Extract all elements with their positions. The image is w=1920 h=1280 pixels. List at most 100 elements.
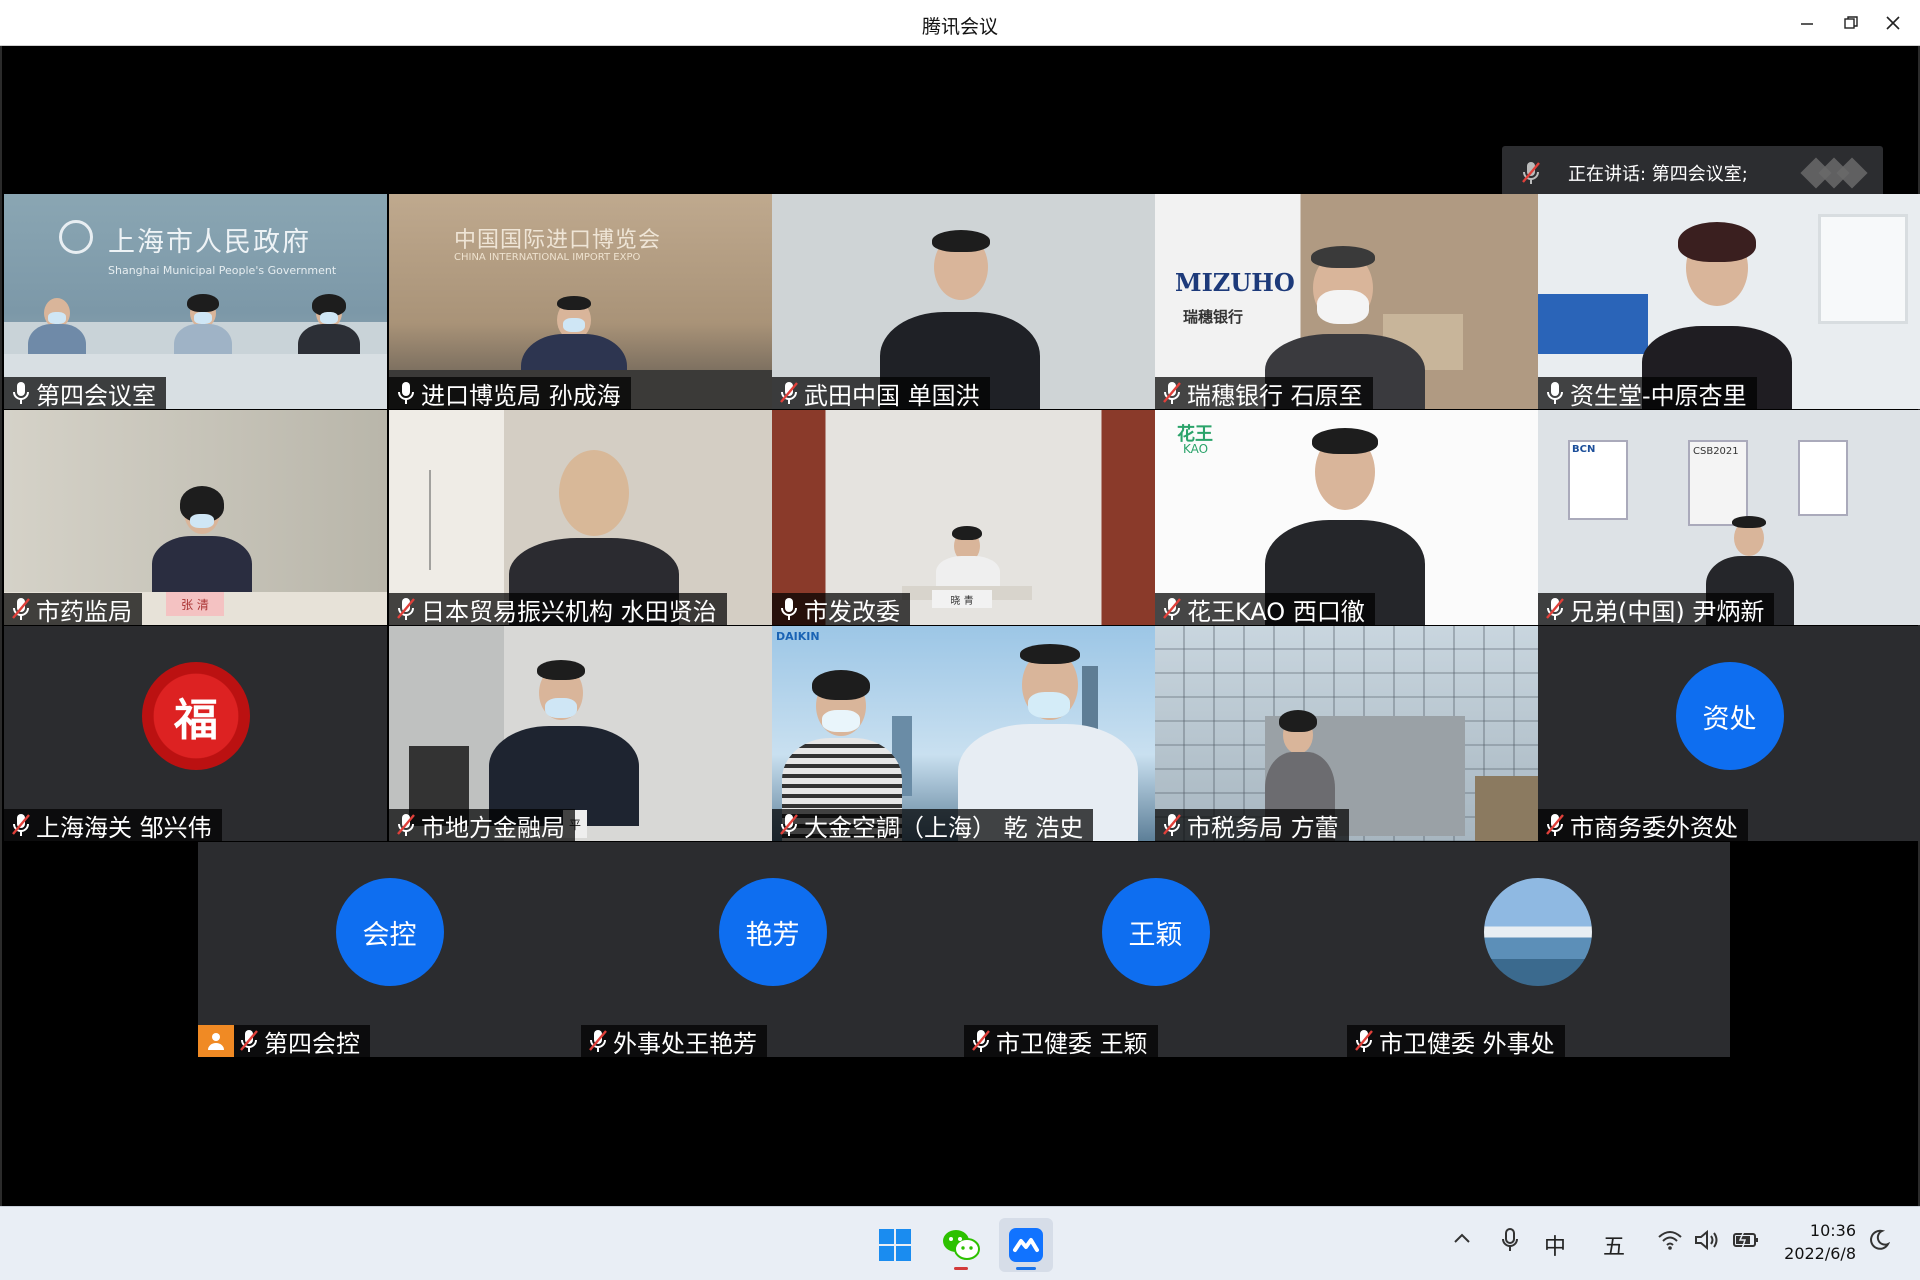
video-tile[interactable]: 王颖 市卫健委 王颖 [964, 842, 1347, 1057]
participant-name: 市卫健委 外事处 [1379, 1029, 1555, 1058]
volume-button[interactable] [1694, 1229, 1720, 1257]
participant-avatar: 艳芳 [718, 878, 827, 986]
mic-icon [13, 382, 29, 404]
moon-icon [1870, 1229, 1891, 1250]
video-tile[interactable]: 市卫健委 外事处 [1347, 842, 1730, 1057]
scene-sign-text: 中国国际进口博览会 [454, 228, 662, 253]
microphone-icon [1502, 1228, 1518, 1251]
muted-mic-icon [1546, 814, 1564, 836]
mic-icon [781, 598, 797, 620]
participant-nameplate: 第四会议室 [4, 377, 166, 409]
mic-icon [1547, 382, 1563, 404]
video-tile[interactable]: 市税务局 方蕾 [1155, 626, 1538, 841]
participant-name: 大金空調（上海） 乾 浩史 [804, 813, 1084, 842]
battery-button[interactable] [1732, 1229, 1760, 1257]
participant-nameplate: 市卫健委 王颖 [964, 1025, 1158, 1057]
participant-name: 市商务委外资处 [1570, 813, 1738, 842]
minimize-icon [1801, 23, 1813, 25]
windows-icon [879, 1229, 911, 1261]
network-button[interactable] [1657, 1229, 1683, 1257]
scene-placard-text: 张 清 [166, 592, 224, 616]
muted-mic-icon [589, 1030, 607, 1052]
muted-mic-icon [1546, 598, 1564, 620]
participant-nameplate: 市卫健委 外事处 [1347, 1025, 1565, 1057]
participant-nameplate: 日本贸易振兴机构 水田贤治 [389, 593, 727, 625]
participant-name: 花王KAO 西口徹 [1187, 597, 1365, 626]
video-tile[interactable]: 福 上海海关 邹兴伟 [4, 626, 387, 841]
video-tile[interactable]: 中国国际进口博览会 CHINA INTERNATIONAL IMPORT EXP… [389, 194, 772, 409]
ime-language-button[interactable]: 中 [1544, 1229, 1566, 1261]
muted-mic-icon [397, 814, 415, 836]
video-tile[interactable]: 资生堂-中原杏里 [1538, 194, 1920, 409]
muted-mic-icon [780, 382, 798, 404]
taskbar: 中 五 10:36 2022/6/8 [0, 1206, 1920, 1280]
minimize-button[interactable] [1787, 8, 1827, 38]
muted-mic-icon [972, 1030, 990, 1052]
participant-nameplate: 市药监局 [4, 593, 142, 625]
battery-charging-icon [1733, 1230, 1758, 1250]
gov-emblem-icon [59, 220, 93, 254]
fu-avatar-image: 福 [142, 662, 250, 770]
participant-nameplate: 花王KAO 西口徹 [1155, 593, 1375, 625]
scene-logo-subtext: 瑞穗银行 [1183, 308, 1244, 326]
ime-mode-button[interactable]: 五 [1603, 1229, 1625, 1261]
muted-mic-icon [1355, 1030, 1373, 1052]
video-tile[interactable]: DAIKIN 大金空調（上海） 乾 浩史 [772, 626, 1155, 841]
participant-name: 市地方金融局 [421, 813, 565, 842]
scene-sign-subtext: CHINA INTERNATIONAL IMPORT EXPO [454, 252, 641, 263]
wechat-icon [943, 1230, 980, 1260]
video-tile[interactable]: 资处 市商务委外资处 [1538, 626, 1920, 841]
wechat-app-button[interactable] [934, 1218, 988, 1272]
microphone-tray-button[interactable] [1500, 1227, 1520, 1259]
participant-nameplate: 武田中国 单国洪 [772, 377, 990, 409]
clock[interactable]: 10:36 2022/6/8 [1784, 1219, 1856, 1265]
tray-overflow-button[interactable] [1452, 1229, 1472, 1255]
participant-nameplate: 第四会控 [198, 1025, 370, 1057]
video-tile[interactable]: 会控 第四会控 [198, 842, 581, 1057]
clock-time: 10:36 [1809, 1221, 1856, 1240]
chevron-up-icon [1454, 1233, 1470, 1243]
window-title: 腾讯会议 [921, 16, 998, 38]
wifi-icon [1658, 1231, 1682, 1250]
landscape-avatar-image [1484, 878, 1592, 986]
restore-button[interactable] [1831, 8, 1871, 38]
scene-logo-text: DAIKIN [776, 630, 820, 643]
participant-nameplate: 市商务委外资处 [1538, 809, 1748, 841]
restore-icon [1844, 16, 1858, 29]
video-tile[interactable]: MIZUHO 瑞穗银行 瑞穗银行 石原至 [1155, 194, 1538, 409]
mic-icon [398, 382, 414, 404]
muted-mic-icon [397, 598, 415, 620]
scene-sign-subtext: Shanghai Municipal People's Government [108, 264, 337, 277]
video-tile[interactable]: 张 清 市药监局 [4, 410, 387, 625]
muted-mic-icon [1522, 161, 1540, 184]
video-tile[interactable]: 平 市地方金融局 [389, 626, 772, 841]
participant-name: 市发改委 [804, 597, 900, 626]
participant-avatar: 王颖 [1101, 878, 1210, 986]
video-tile[interactable]: 艳芳 外事处王艳芳 [581, 842, 964, 1057]
participant-nameplate: 资生堂-中原杏里 [1538, 377, 1757, 409]
speaking-label: 正在讲话: 第四会议室; [1568, 163, 1748, 185]
participant-name: 市药监局 [36, 597, 132, 626]
focus-assist-button[interactable] [1868, 1229, 1891, 1257]
video-tile[interactable]: 晓 青 市发改委 [772, 410, 1155, 625]
participant-nameplate: 兄弟(中国) 尹炳新 [1538, 593, 1775, 625]
participant-nameplate: 外事处王艳芳 [581, 1025, 767, 1057]
video-tile[interactable]: 上海市人民政府 Shanghai Municipal People's Gove… [4, 194, 387, 409]
video-tile[interactable]: 武田中国 单国洪 [772, 194, 1155, 409]
scene-placard-text: 晓 青 [932, 590, 992, 608]
video-tile[interactable]: 日本贸易振兴机构 水田贤治 [389, 410, 772, 625]
participant-nameplate: 市发改委 [772, 593, 910, 625]
close-button[interactable] [1873, 8, 1913, 38]
muted-mic-icon [1163, 382, 1181, 404]
tencent-meeting-app-button[interactable] [999, 1218, 1053, 1272]
avatar-text: 福 [174, 695, 218, 746]
video-tile[interactable]: 花王 KAO 花王KAO 西口徹 [1155, 410, 1538, 625]
video-tile[interactable]: BCN CSB2021 兄弟(中国) 尹炳新 [1538, 410, 1920, 625]
meeting-video-area: 正在讲话: 第四会议室; 上海市人民政府 Shanghai Municipal … [0, 46, 1920, 1206]
start-button[interactable] [868, 1218, 922, 1272]
participant-name: 资生堂-中原杏里 [1570, 381, 1747, 410]
speaker-avatar-icon [1800, 156, 1868, 189]
participant-name: 第四会控 [264, 1029, 360, 1058]
scene-poster-text: CSB2021 [1693, 446, 1739, 457]
scene-logo-subtext: KAO [1183, 442, 1209, 456]
